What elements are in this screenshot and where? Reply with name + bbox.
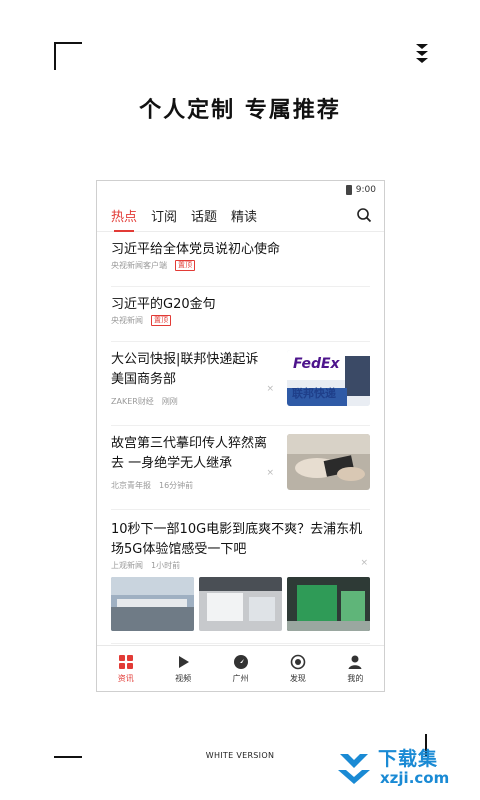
nav-label: 资讯 bbox=[117, 673, 134, 683]
news-time: 刚刚 bbox=[161, 397, 178, 406]
news-image bbox=[287, 577, 370, 631]
tab-topics[interactable]: 话题 bbox=[191, 206, 217, 225]
news-title: 故宫第三代摹印传人猝然离去 一身绝学无人继承 bbox=[111, 436, 268, 471]
status-time: 9:00 bbox=[355, 185, 376, 195]
nav-video[interactable]: 视频 bbox=[154, 646, 211, 691]
tab-featured[interactable]: 精读 bbox=[231, 206, 257, 225]
tab-subscribe[interactable]: 订阅 bbox=[151, 206, 177, 225]
nav-discover[interactable]: 发现 bbox=[269, 646, 326, 691]
phone-screen: 9:00 热点 订阅 话题 精读 习近平给全体党员说初心使命 央视新闻客户端 置… bbox=[96, 180, 385, 692]
play-icon bbox=[179, 655, 190, 668]
battery-icon bbox=[345, 185, 352, 195]
news-time: 1小时前 bbox=[151, 561, 181, 570]
news-image bbox=[111, 577, 194, 631]
news-item[interactable]: 习近平给全体党员说初心使命 央视新闻客户端 置顶 bbox=[111, 232, 370, 287]
news-meta: 央视新闻客户端 置顶 bbox=[111, 260, 370, 271]
news-time: 16分钟前 bbox=[159, 481, 194, 490]
thumbnail-caption: 联邦快递 bbox=[292, 387, 336, 400]
corner-bracket bbox=[54, 42, 82, 70]
news-source: 央视新闻客户端 bbox=[111, 261, 167, 270]
dismiss-icon[interactable]: × bbox=[266, 468, 274, 478]
compass-icon bbox=[233, 654, 248, 669]
dismiss-icon[interactable]: × bbox=[360, 558, 368, 568]
nav-profile[interactable]: 我的 bbox=[327, 646, 384, 691]
nav-city[interactable]: 广州 bbox=[212, 646, 269, 691]
news-meta: 上观新闻 1小时前 bbox=[111, 560, 370, 571]
news-item[interactable]: 故宫第三代摹印传人猝然离去 一身绝学无人继承 北京青年报 16分钟前 × bbox=[111, 426, 370, 510]
grid-icon bbox=[118, 654, 133, 669]
news-title: 大公司快报|联邦快递起诉美国商务部 bbox=[111, 352, 259, 387]
target-icon bbox=[290, 654, 306, 669]
bottom-nav: 资讯 视频 广州 发现 我的 bbox=[97, 645, 384, 691]
news-title: 10秒下一部10G电影到底爽不爽？去浦东机场5G体验馆感受一下吧 bbox=[111, 522, 363, 557]
news-meta: 央视新闻 置顶 bbox=[111, 315, 370, 326]
user-icon bbox=[348, 655, 362, 669]
news-feed: 习近平给全体党员说初心使命 央视新闻客户端 置顶 习近平的G20金句 央视新闻 … bbox=[97, 232, 384, 644]
thumbnail-logo-text: FedEx bbox=[293, 356, 340, 372]
news-thumbnail: FedEx 联邦快递 bbox=[287, 350, 370, 406]
watermark-en: xzji.com bbox=[380, 769, 450, 787]
search-icon[interactable] bbox=[356, 207, 372, 223]
menu-icon[interactable] bbox=[412, 42, 432, 64]
nav-label: 广州 bbox=[232, 673, 249, 683]
download-logo-icon bbox=[338, 754, 370, 784]
news-item[interactable]: 10秒下一部10G电影到底爽不爽？去浦东机场5G体验馆感受一下吧 上观新闻 1小… bbox=[111, 510, 370, 644]
news-thumbnail bbox=[287, 434, 370, 490]
news-item[interactable]: 大公司快报|联邦快递起诉美国商务部 ZAKER财经 刚刚 × FedEx 联邦快… bbox=[111, 342, 370, 426]
top-tabs: 热点 订阅 话题 精读 bbox=[97, 199, 384, 232]
watermark-cn: 下载集 bbox=[378, 748, 439, 770]
news-meta: 北京青年报 16分钟前 bbox=[111, 480, 271, 491]
nav-label: 我的 bbox=[347, 673, 364, 683]
nav-label: 视频 bbox=[175, 673, 192, 683]
news-source: 央视新闻 bbox=[111, 316, 143, 325]
tab-hot[interactable]: 热点 bbox=[111, 206, 137, 232]
news-image bbox=[199, 577, 282, 631]
news-source: 北京青年报 bbox=[111, 481, 151, 490]
news-item[interactable]: 习近平的G20金句 央视新闻 置顶 bbox=[111, 287, 370, 342]
dismiss-icon[interactable]: × bbox=[266, 384, 274, 394]
news-meta: ZAKER财经 刚刚 bbox=[111, 396, 271, 407]
news-source: 上观新闻 bbox=[111, 561, 143, 570]
promo-headline: 个人定制 专属推荐 bbox=[139, 98, 341, 123]
news-image-row bbox=[111, 577, 370, 631]
news-title: 习近平的G20金句 bbox=[111, 297, 216, 312]
nav-label: 发现 bbox=[289, 673, 306, 683]
nav-news[interactable]: 资讯 bbox=[97, 646, 154, 691]
pinned-badge: 置顶 bbox=[175, 260, 195, 271]
status-bar: 9:00 bbox=[97, 181, 384, 199]
news-source: ZAKER财经 bbox=[111, 397, 154, 406]
news-title: 习近平给全体党员说初心使命 bbox=[111, 242, 281, 257]
pinned-badge: 置顶 bbox=[151, 315, 171, 326]
site-watermark: 下载集 xzji.com bbox=[336, 740, 476, 794]
